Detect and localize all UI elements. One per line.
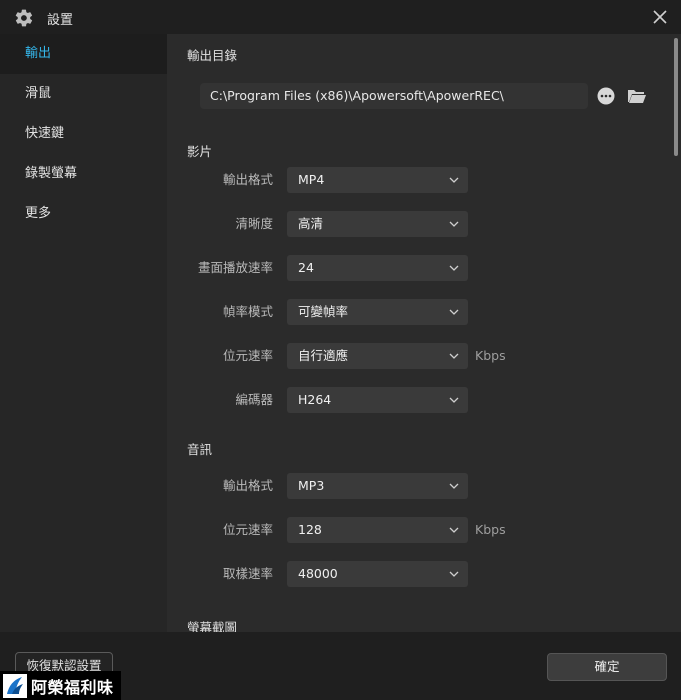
more-options-icon[interactable] bbox=[597, 87, 615, 105]
watermark-logo-icon bbox=[3, 673, 27, 698]
sample-rate-select[interactable]: 48000 bbox=[287, 561, 468, 587]
frame-rate-select[interactable]: 24 bbox=[287, 255, 468, 281]
scrollbar-thumb[interactable] bbox=[674, 38, 678, 156]
frame-rate-mode-value: 可變幀率 bbox=[298, 304, 349, 319]
chevron-down-icon bbox=[449, 265, 459, 271]
video-format-value: MP4 bbox=[298, 172, 325, 187]
output-dir-title: 輸出目錄 bbox=[187, 48, 238, 63]
frame-rate-label: 畫面播放速率 bbox=[197, 260, 273, 275]
chevron-down-icon bbox=[449, 309, 459, 315]
video-quality-select[interactable]: 高清 bbox=[287, 211, 468, 237]
chevron-down-icon bbox=[449, 177, 459, 183]
audio-section-title: 音訊 bbox=[187, 442, 213, 457]
output-path-field[interactable]: C:\Program Files (x86)\Apowersoft\Apower… bbox=[200, 83, 588, 109]
audio-bitrate-unit: Kbps bbox=[475, 522, 506, 537]
audio-format-select[interactable]: MP3 bbox=[287, 473, 468, 499]
video-bitrate-value: 自行適應 bbox=[298, 348, 349, 363]
sidebar-item-output[interactable]: 輸出 bbox=[0, 34, 167, 74]
audio-bitrate-select[interactable]: 128 bbox=[287, 517, 468, 543]
frame-rate-mode-label: 幀率模式 bbox=[222, 304, 273, 319]
audio-format-value: MP3 bbox=[298, 478, 325, 493]
sidebar-item-recording[interactable]: 錄製螢幕 bbox=[0, 154, 167, 194]
chevron-down-icon bbox=[449, 483, 459, 489]
sidebar-item-hotkeys[interactable]: 快速鍵 bbox=[0, 114, 167, 154]
chevron-down-icon bbox=[449, 397, 459, 403]
video-quality-value: 高清 bbox=[298, 216, 324, 231]
watermark: 阿榮福利味 bbox=[0, 671, 121, 700]
gear-icon bbox=[15, 9, 33, 27]
video-format-select[interactable]: MP4 bbox=[287, 167, 468, 193]
chevron-down-icon bbox=[449, 527, 459, 533]
settings-content: 輸出目錄 C:\Program Files (x86)\Apowersoft\A… bbox=[167, 34, 681, 632]
sidebar-item-more[interactable]: 更多 bbox=[0, 194, 167, 234]
frame-rate-value: 24 bbox=[298, 260, 314, 275]
encoder-label: 編碼器 bbox=[235, 392, 273, 407]
ok-button[interactable]: 確定 bbox=[547, 653, 667, 681]
audio-bitrate-label: 位元速率 bbox=[222, 522, 273, 537]
sample-rate-value: 48000 bbox=[298, 566, 338, 581]
video-quality-label: 清晰度 bbox=[235, 216, 273, 231]
encoder-select[interactable]: H264 bbox=[287, 387, 468, 413]
video-bitrate-label: 位元速率 bbox=[222, 348, 273, 363]
screenshot-section-title: 螢幕截圖 bbox=[187, 620, 238, 632]
video-section-title: 影片 bbox=[187, 144, 213, 159]
chevron-down-icon bbox=[449, 353, 459, 359]
close-icon[interactable] bbox=[647, 4, 673, 30]
audio-format-label: 輸出格式 bbox=[222, 478, 273, 493]
chevron-down-icon bbox=[449, 571, 459, 577]
watermark-text: 阿榮福利味 bbox=[31, 677, 114, 697]
video-bitrate-select[interactable]: 自行適應 bbox=[287, 343, 468, 369]
sample-rate-label: 取樣速率 bbox=[222, 566, 273, 581]
sidebar: 輸出 滑鼠 快速鍵 錄製螢幕 更多 bbox=[0, 34, 167, 632]
chevron-down-icon bbox=[449, 221, 459, 227]
window-title: 設置 bbox=[47, 13, 74, 28]
frame-rate-mode-select[interactable]: 可變幀率 bbox=[287, 299, 468, 325]
open-folder-icon[interactable] bbox=[627, 87, 647, 105]
title-bar: 設置 bbox=[0, 0, 681, 34]
audio-bitrate-value: 128 bbox=[298, 522, 322, 537]
encoder-value: H264 bbox=[298, 392, 332, 407]
video-format-label: 輸出格式 bbox=[222, 172, 273, 187]
sidebar-item-mouse[interactable]: 滑鼠 bbox=[0, 74, 167, 114]
video-bitrate-unit: Kbps bbox=[475, 348, 506, 363]
